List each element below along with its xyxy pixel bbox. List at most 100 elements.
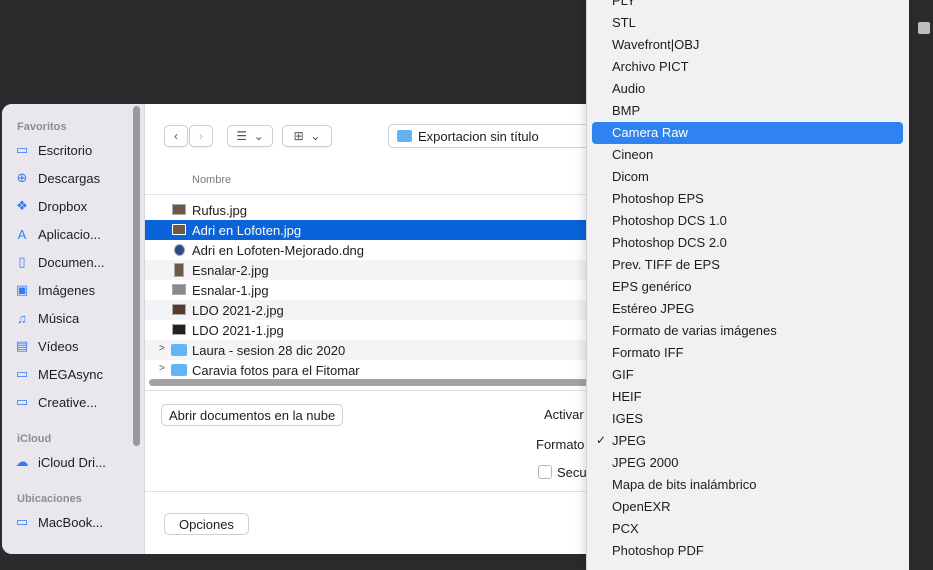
menu-item-stl[interactable]: STL — [587, 12, 909, 34]
menu-item-eps-generico[interactable]: EPS genérico — [587, 276, 909, 298]
folder-icon: ▭ — [15, 394, 29, 409]
folder-selector[interactable]: Exportacion sin título — [388, 124, 601, 148]
list-icon: ☰ — [236, 129, 248, 143]
table-row[interactable]: > Laura - sesion 28 dic 2020 — [145, 340, 622, 360]
sidebar-item-label: Vídeos — [38, 338, 79, 354]
file-name: Adri en Lofoten-Mejorado.dng — [192, 243, 365, 258]
menu-item-prev-tiff-eps[interactable]: Prev. TIFF de EPS — [587, 254, 909, 276]
menu-item-pcx[interactable]: PCX — [587, 518, 909, 540]
sidebar-item-videos[interactable]: ▤ Vídeos — [14, 335, 134, 357]
table-row[interactable]: > Caravia fotos para el Fitomar — [145, 360, 622, 378]
menu-item-label: Wavefront|OBJ — [612, 37, 700, 52]
folder-icon: ▭ — [15, 366, 29, 381]
menu-item-formato-iff[interactable]: Formato IFF — [587, 342, 909, 364]
document-icon: ▯ — [18, 254, 26, 269]
menu-item-camera-raw[interactable]: Camera Raw — [587, 122, 909, 144]
menu-item-label: Estéreo JPEG — [612, 301, 695, 316]
menu-item-label: Photoshop PDF — [612, 543, 704, 558]
sidebar-section-icloud: iCloud — [17, 433, 52, 445]
sidebar-item-megasync[interactable]: ▭ MEGAsync — [14, 363, 134, 385]
open-cloud-documents-button[interactable]: Abrir documentos en la nube — [161, 404, 344, 426]
sidebar-item-icloud-drive[interactable]: ☁ iCloud Dri... — [14, 451, 134, 473]
file-name: Adri en Lofoten.jpg — [192, 223, 302, 238]
options-button[interactable]: Opciones — [164, 513, 249, 535]
menu-item-label: Photoshop DCS 2.0 — [612, 235, 727, 250]
table-row[interactable]: Esnalar-2.jpg — [145, 260, 622, 280]
table-row[interactable]: Adri en Lofoten.jpg — [145, 220, 622, 240]
chevron-right-icon[interactable]: > — [159, 343, 165, 354]
back-button[interactable]: ‹ — [164, 125, 188, 147]
menu-item-label: JPEG 2000 — [612, 455, 679, 470]
menu-item-heif[interactable]: HEIF — [587, 386, 909, 408]
menu-item-ply[interactable]: PLY — [587, 0, 909, 12]
sidebar-item-aplicaciones[interactable]: A Aplicacio... — [14, 223, 134, 245]
image-thumbnail-icon — [174, 263, 184, 277]
sidebar-item-descargas[interactable]: ⊕ Descargas — [14, 167, 134, 189]
sidebar-item-imagenes[interactable]: ▣ Imágenes — [14, 279, 134, 301]
image-thumbnail-icon — [172, 224, 186, 235]
menu-item-cineon[interactable]: Cineon — [587, 144, 909, 166]
forward-button[interactable]: › — [189, 125, 213, 147]
sidebar-item-label: Creative... — [38, 394, 98, 410]
column-name-label: Nombre — [192, 174, 232, 186]
laptop-icon: ▭ — [15, 514, 29, 529]
table-row[interactable]: LDO 2021-1.jpg — [145, 320, 622, 340]
file-name: LDO 2021-1.jpg — [192, 323, 284, 338]
menu-item-dicom[interactable]: Dicom — [587, 166, 909, 188]
menu-item-jpeg[interactable]: ✓ JPEG — [587, 430, 909, 452]
menu-item-label: Formato IFF — [612, 345, 684, 360]
table-row[interactable]: LDO 2021-2.jpg — [145, 300, 622, 320]
menu-item-label: IGES — [612, 411, 644, 426]
folder-icon — [171, 364, 187, 376]
menu-item-jpeg-2000[interactable]: JPEG 2000 — [587, 452, 909, 474]
divider — [145, 390, 622, 391]
security-checkbox[interactable] — [538, 465, 552, 479]
sidebar-section-favoritos: Favoritos — [17, 121, 67, 133]
sidebar-item-label: Escritorio — [38, 142, 93, 158]
menu-item-label: Mapa de bits inalámbrico — [612, 477, 757, 492]
menu-item-photoshop-dcs-2[interactable]: Photoshop DCS 2.0 — [587, 232, 909, 254]
chevron-right-icon[interactable]: > — [159, 363, 165, 374]
sidebar-item-label: Documen... — [38, 254, 105, 270]
menu-item-openexr[interactable]: OpenEXR — [587, 496, 909, 518]
horizontal-scrollbar[interactable] — [149, 379, 619, 386]
sidebar-item-macbook[interactable]: ▭ MacBook... — [14, 511, 134, 533]
menu-item-archivo-pict[interactable]: Archivo PICT — [587, 56, 909, 78]
menu-item-wavefront-obj[interactable]: Wavefront|OBJ — [587, 34, 909, 56]
menu-item-iges[interactable]: IGES — [587, 408, 909, 430]
checkmark-icon: ✓ — [596, 433, 607, 447]
table-row[interactable]: Rufus.jpg — [145, 200, 622, 220]
menu-item-label: Camera Raw — [612, 125, 688, 140]
table-row[interactable]: Esnalar-1.jpg — [145, 280, 622, 300]
sidebar-item-musica[interactable]: ♫ Música — [14, 307, 134, 329]
menu-item-audio[interactable]: Audio — [587, 78, 909, 100]
sidebar-item-documentos[interactable]: ▯ Documen... — [14, 251, 134, 273]
security-label: Secu — [557, 465, 587, 480]
grid-view-button[interactable]: ⊞ ⌄ — [282, 125, 332, 147]
sidebar-section-ubicaciones: Ubicaciones — [17, 493, 82, 505]
menu-item-label: Photoshop DCS 1.0 — [612, 213, 727, 228]
column-header[interactable]: Nombre — [145, 168, 622, 195]
menu-item-photoshop-pdf[interactable]: Photoshop PDF — [587, 540, 909, 562]
formato-label: Formato — [536, 437, 585, 452]
sidebar-item-label: MacBook... — [38, 514, 104, 530]
menu-item-estereo-jpeg[interactable]: Estéreo JPEG — [587, 298, 909, 320]
sidebar-scrollbar[interactable] — [133, 106, 140, 446]
file-name: Laura - sesion 28 dic 2020 — [192, 343, 346, 358]
menu-item-varias-imagenes[interactable]: Formato de varias imágenes — [587, 320, 909, 342]
sidebar-item-dropbox[interactable]: ❖ Dropbox — [14, 195, 134, 217]
menu-item-gif[interactable]: GIF — [587, 364, 909, 386]
table-row[interactable]: Adri en Lofoten-Mejorado.dng — [145, 240, 622, 260]
applications-icon: A — [17, 226, 27, 242]
sidebar-item-escritorio[interactable]: ▭ Escritorio — [14, 139, 134, 161]
file-name: LDO 2021-2.jpg — [192, 303, 284, 318]
right-panel-strip — [906, 0, 933, 560]
list-view-button[interactable]: ☰ ⌄ — [227, 125, 273, 147]
save-dialog: Favoritos ▭ Escritorio ⊕ Descargas ❖ Dropbo… — [2, 104, 622, 554]
grid-icon: ⊞ — [293, 129, 304, 143]
sidebar-item-creative[interactable]: ▭ Creative... — [14, 391, 134, 413]
menu-item-photoshop-dcs-1[interactable]: Photoshop DCS 1.0 — [587, 210, 909, 232]
menu-item-photoshop-eps[interactable]: Photoshop EPS — [587, 188, 909, 210]
menu-item-mapa-bits[interactable]: Mapa de bits inalámbrico — [587, 474, 909, 496]
menu-item-bmp[interactable]: BMP — [587, 100, 909, 122]
